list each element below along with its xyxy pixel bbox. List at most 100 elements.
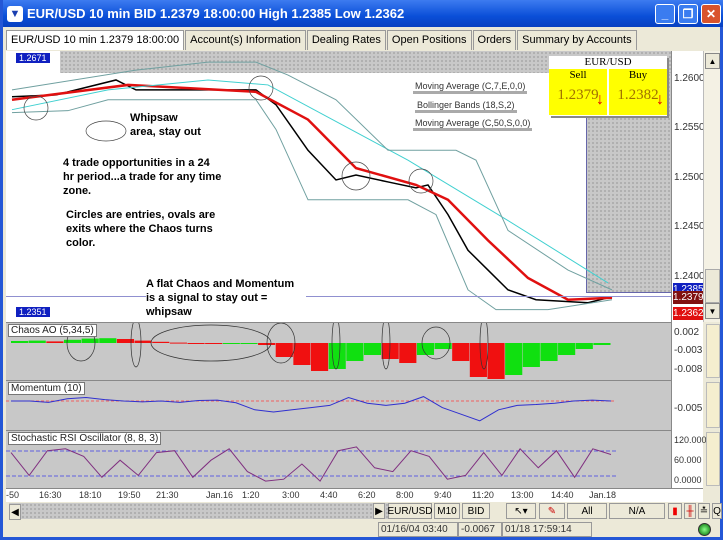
scroll-left-button[interactable]: ◀: [9, 504, 21, 520]
chaos-bar: [205, 343, 223, 344]
all-button[interactable]: All: [567, 503, 607, 519]
zoom-icon[interactable]: Q: [712, 503, 722, 519]
chaos-bar: [311, 343, 329, 371]
time-tick: 21:30: [156, 490, 179, 500]
chaos-bar: [363, 343, 382, 355]
time-tick: 14:40: [551, 490, 574, 500]
stoch-series: [10, 446, 612, 482]
momentum-title: Momentum (10): [8, 382, 85, 395]
chaos-bar: [505, 343, 523, 375]
chaos-bar: [540, 343, 558, 361]
price-tick: 1.2450: [674, 221, 705, 232]
close-button[interactable]: ✕: [701, 4, 721, 24]
momentum-pane[interactable]: Momentum (10): [6, 380, 671, 430]
entry-circle: [85, 120, 127, 142]
trading-window: ▼ EUR/USD 10 min BID 1.2379 18:00:00 Hig…: [0, 0, 723, 540]
price-tag-current: 1.2379: [673, 291, 704, 304]
chaos-side-panel: [706, 324, 720, 378]
tab-summary-by-accounts[interactable]: Summary by Accounts: [517, 30, 637, 50]
time-tick: Jan.18: [589, 490, 617, 500]
high-tag: 1.2671: [16, 53, 50, 63]
stoch-side-panel: [706, 432, 720, 486]
scroll-down-button[interactable]: ▼: [705, 303, 720, 319]
window-title: EUR/USD 10 min BID 1.2379 18:00:00 High …: [27, 6, 405, 21]
chaos-histogram: [11, 323, 611, 379]
candle-icon[interactable]: ▮: [668, 503, 682, 519]
legend-bollinger[interactable]: Bollinger Bands (18,S,2): [415, 100, 517, 113]
chaos-bar: [487, 343, 505, 379]
buy-button[interactable]: Buy 1.2382 ↓: [609, 69, 667, 115]
stochastic-pane[interactable]: Stochastic RSI Oscillator (8, 8, 3): [6, 430, 671, 488]
chaos-bar: [346, 343, 364, 361]
line-icon[interactable]: ≛: [698, 503, 710, 519]
stochastic-title: Stochastic RSI Oscillator (8, 8, 3): [8, 432, 162, 445]
chaos-title: Chaos AO (5,34,5): [8, 324, 97, 337]
bars-icon[interactable]: ╫: [684, 503, 696, 519]
chaos-bar: [240, 343, 258, 344]
period-button[interactable]: M10: [434, 503, 460, 519]
restore-button[interactable]: ❐: [678, 4, 698, 24]
chaos-bar: [593, 343, 611, 345]
horizontal-scrollbar[interactable]: ◀: [9, 503, 389, 520]
legend-ma50[interactable]: Moving Average (C,50,S,0,0): [413, 118, 533, 131]
entry-circle: [408, 168, 434, 194]
chaos-bar: [187, 343, 205, 344]
tab-bar: EUR/USD 10 min 1.2379 18:00:00 Account(s…: [6, 30, 638, 50]
tab-orders[interactable]: Orders: [472, 30, 517, 50]
quote-panel: EUR/USD Sell 1.2379 ↓ Buy 1.2382 ↓: [549, 56, 667, 116]
tab-open-positions[interactable]: Open Positions: [386, 30, 472, 50]
time-tick: 18:10: [79, 490, 102, 500]
cursor-value: -0.0067: [458, 522, 502, 537]
symbol-button[interactable]: EUR/USD: [388, 503, 433, 519]
time-tick: 19:50: [118, 490, 141, 500]
chaos-ao-pane[interactable]: Chaos AO (5,34,5): [6, 322, 671, 380]
draw-tool-icon[interactable]: ✎: [539, 503, 565, 519]
chaos-bar: [575, 343, 593, 349]
time-tick: Jan.16: [206, 490, 234, 500]
chaos-bar: [46, 341, 64, 343]
chaos-bar: [222, 343, 240, 344]
chaos-tick: -0.008: [674, 364, 703, 375]
bottom-toolbar: ◀ ▶ EUR/USD M10 BID ↖▾ ✎ All N/A ▮ ╫ ≛ Q: [6, 502, 722, 520]
legend-ma7[interactable]: Moving Average (C,7,E,0,0): [413, 81, 528, 94]
entry-circle: [23, 95, 49, 121]
title-bar: ▼ EUR/USD 10 min BID 1.2379 18:00:00 Hig…: [3, 0, 723, 27]
chaos-bar: [293, 343, 311, 365]
price-tag-low: 1.2362: [673, 307, 704, 320]
chaos-bar: [81, 338, 99, 343]
tab-dealing-rates[interactable]: Dealing Rates: [306, 30, 386, 50]
connection-status-icon: [698, 523, 711, 536]
time-tick: 13:00: [511, 490, 534, 500]
scroll-up-button[interactable]: ▲: [705, 53, 720, 69]
scroll-right-button[interactable]: ▶: [373, 503, 385, 519]
chaos-bar: [328, 343, 346, 369]
cursor-time: 01/16/04 03:40: [378, 522, 458, 537]
momentum-side-panel: [706, 382, 720, 428]
vertical-scrollbar[interactable]: ▲ ▼: [703, 51, 720, 322]
momentum-tick: -0.005: [674, 403, 703, 414]
na-button[interactable]: N/A: [609, 503, 665, 519]
time-axis: -50 16:30 18:10 19:50 21:30 Jan.16 1:20 3:00 4:4…: [6, 488, 703, 502]
chaos-bar: [152, 341, 170, 343]
scroll-thumb[interactable]: [705, 269, 720, 303]
sell-button[interactable]: Sell 1.2379 ↓: [549, 69, 607, 115]
chaos-bar: [399, 343, 417, 363]
tab-chart[interactable]: EUR/USD 10 min 1.2379 18:00:00: [6, 30, 185, 50]
annotation-whipsaw: Whipsaw area, stay out: [130, 112, 201, 138]
chaos-bar: [28, 340, 46, 343]
chaos-bar: [258, 343, 276, 345]
chaos-bar: [275, 343, 293, 357]
time-tick: 3:00: [282, 490, 300, 500]
chaos-bar: [63, 339, 82, 343]
annotation-circles: Circles are entries, ovals are exits whe…: [66, 209, 216, 249]
chaos-bar: [116, 339, 135, 343]
entry-circle: [248, 75, 274, 101]
chaos-bar: [99, 338, 117, 343]
arrow-down-icon: ↓: [656, 91, 664, 108]
time-tick: 4:40: [320, 490, 338, 500]
momentum-line: [6, 396, 616, 422]
cursor-tool-icon[interactable]: ↖▾: [506, 503, 536, 519]
tab-account-information[interactable]: Account(s) Information: [185, 30, 306, 50]
bid-button[interactable]: BID: [462, 503, 490, 519]
minimize-button[interactable]: _: [655, 4, 675, 24]
